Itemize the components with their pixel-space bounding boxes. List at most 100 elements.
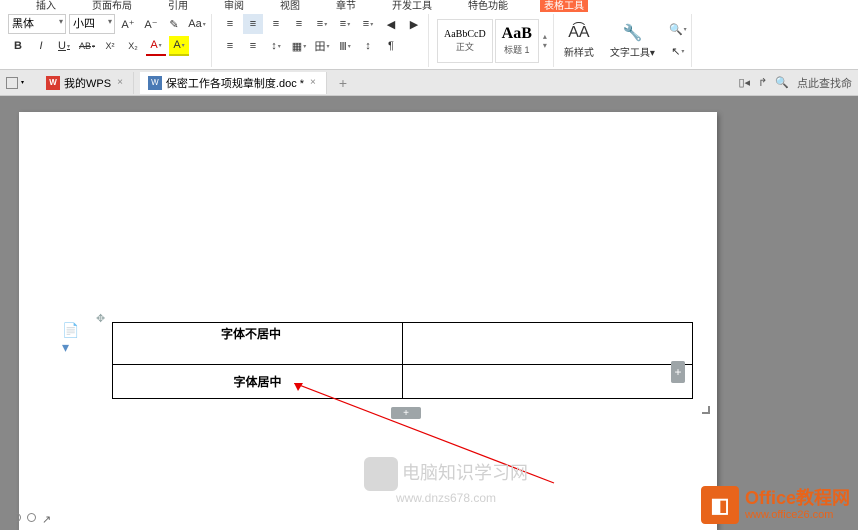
tab-view[interactable]: 视图: [276, 0, 304, 12]
change-case-button[interactable]: Aa▾: [187, 14, 207, 34]
watermark: 电脑知识学习网 www.dnzs678.com: [364, 457, 528, 505]
table-resize-handle[interactable]: [702, 406, 710, 414]
paste-options-icon[interactable]: 📄▾: [62, 330, 80, 348]
table-cell[interactable]: 字体不居中: [113, 323, 403, 365]
close-icon[interactable]: ×: [115, 77, 125, 88]
document-tab-label: 保密工作各项规章制度.doc *: [166, 75, 304, 91]
text-tools-label: 文字工具: [610, 48, 650, 59]
table-row[interactable]: 字体居中: [113, 365, 693, 399]
underline-button[interactable]: U▾: [54, 36, 74, 56]
status-arrow-icon[interactable]: ↗: [42, 513, 51, 526]
wrench-icon: 🔧: [622, 22, 642, 44]
increase-indent-button[interactable]: ▶: [404, 14, 424, 34]
tab-feature[interactable]: 特色功能: [464, 0, 512, 12]
decrease-indent-button[interactable]: ◀: [381, 14, 401, 34]
document-icon: W: [148, 76, 162, 90]
table-row[interactable]: 字体不居中: [113, 323, 693, 365]
document-tabs-bar: W 我的WPS × W 保密工作各项规章制度.doc * × + ▯◂ ↱ 🔍 …: [0, 70, 858, 96]
search-icon[interactable]: 🔍: [775, 76, 789, 89]
line-spacing-button[interactable]: ↕▾: [266, 36, 286, 56]
add-column-handle[interactable]: +: [671, 361, 685, 383]
superscript-button[interactable]: X²: [100, 36, 120, 56]
strike-button[interactable]: AB▾: [77, 36, 97, 56]
new-style-icon: A͡A: [568, 22, 589, 44]
document-tab[interactable]: W 保密工作各项规章制度.doc * ×: [140, 72, 327, 94]
tab-section[interactable]: 章节: [332, 0, 360, 12]
font-color-button[interactable]: A▾: [146, 36, 166, 56]
align-center-button[interactable]: ≡: [243, 14, 263, 34]
bold-button[interactable]: B: [8, 36, 28, 56]
shading-button[interactable]: ▦▾: [289, 36, 309, 56]
tab-stops-button[interactable]: Ⅲ▾: [335, 36, 355, 56]
add-row-handle[interactable]: +: [391, 407, 421, 419]
document-table[interactable]: 字体不居中 字体居中: [112, 322, 693, 399]
table-cell[interactable]: [403, 323, 693, 365]
new-style-label: 新样式: [564, 44, 594, 59]
status-dot-icon[interactable]: [27, 513, 36, 522]
style-preview: AaBbCcD: [444, 29, 486, 40]
watermark-text: 电脑知识学习网: [402, 463, 528, 483]
ribbon-tabs: 插入 页面布局 引用 审阅 视图 章节 开发工具 特色功能 表格工具: [0, 0, 858, 12]
highlight-button[interactable]: A▾: [169, 36, 189, 56]
status-indicators: ↗: [12, 513, 51, 526]
style-label: 标题 1: [504, 43, 530, 56]
tab-ref[interactable]: 引用: [164, 0, 192, 12]
sort-button[interactable]: ↕: [358, 36, 378, 56]
new-style-button[interactable]: A͡A 新样式: [558, 19, 600, 63]
outline-icon[interactable]: ↱: [758, 76, 767, 89]
paragraph-group: ≡ ≡ ≡ ≡ ≡▾ ≡▾ ≡▾ ◀ ▶ ≡ ≡ ↕▾ ▦▾ 田▾ Ⅲ▾ ↕ ¶: [216, 14, 429, 67]
ribbon-toolbar: 黑体 小四 A⁺ A⁻ ✎ Aa▾ B I U▾ AB▾ X² X₂ A▾ A▾…: [0, 12, 858, 70]
font-name-select[interactable]: 黑体: [8, 14, 66, 34]
document-canvas: 📄▾ ✥ 字体不居中 字体居中 + + 电脑知识学习网 www.dnzs678.…: [0, 96, 858, 530]
brand-title: Office教程网: [745, 489, 850, 509]
style-preview: AaB: [502, 25, 532, 43]
italic-button[interactable]: I: [31, 36, 51, 56]
bullets-button[interactable]: ≡▾: [312, 14, 332, 34]
table-cell[interactable]: [403, 365, 693, 399]
tab-table-tools[interactable]: 表格工具: [540, 0, 588, 12]
align-justify-button[interactable]: ≡: [289, 14, 309, 34]
status-dot-icon[interactable]: [12, 513, 21, 522]
style-label: 正文: [456, 40, 474, 53]
numbering-button[interactable]: ≡▾: [335, 14, 355, 34]
table-cell[interactable]: 字体居中: [113, 365, 403, 399]
brand-badge: ◧ Office教程网 www.office26.com: [701, 486, 850, 524]
tab-insert[interactable]: 插入: [32, 0, 60, 12]
tab-layout[interactable]: 页面布局: [88, 0, 136, 12]
align-left-button[interactable]: ≡: [220, 14, 240, 34]
wps-home-tab[interactable]: W 我的WPS ×: [38, 72, 134, 94]
find-replace-button[interactable]: 🔍▾: [669, 20, 687, 40]
style-gallery-more[interactable]: ▴▾: [541, 30, 549, 52]
shrink-font-button[interactable]: A⁻: [141, 14, 161, 34]
style-heading1[interactable]: AaB 标题 1: [495, 19, 539, 63]
new-tab-button[interactable]: +: [333, 75, 353, 91]
watermark-icon: [364, 457, 398, 491]
style-normal[interactable]: AaBbCcD 正文: [437, 19, 493, 63]
search-hint[interactable]: 点此查找命: [797, 75, 852, 91]
tab-list-button[interactable]: [6, 77, 18, 89]
table-move-handle-icon[interactable]: ✥: [96, 312, 105, 325]
align-right-button[interactable]: ≡: [266, 14, 286, 34]
editing-group: 🔍▾ ↖▾: [665, 14, 692, 67]
clear-format-button[interactable]: ✎: [164, 14, 184, 34]
borders-button[interactable]: 田▾: [312, 36, 332, 56]
brand-url: www.office26.com: [745, 509, 850, 521]
distribute-button[interactable]: ≡: [220, 36, 240, 56]
multilevel-button[interactable]: ≡▾: [358, 14, 378, 34]
nav-icon[interactable]: ▯◂: [739, 76, 751, 89]
document-page[interactable]: 📄▾ ✥ 字体不居中 字体居中 + + 电脑知识学习网 www.dnzs678.…: [19, 112, 717, 530]
grow-font-button[interactable]: A⁺: [118, 14, 138, 34]
close-icon[interactable]: ×: [308, 77, 318, 88]
show-marks-button[interactable]: ¶: [381, 36, 401, 56]
subscript-button[interactable]: X₂: [123, 36, 143, 56]
tab-dev[interactable]: 开发工具: [388, 0, 436, 12]
select-button[interactable]: ↖▾: [669, 42, 687, 62]
font-size-select[interactable]: 小四: [69, 14, 115, 34]
align-dist-button[interactable]: ≡: [243, 36, 263, 56]
tab-review[interactable]: 审阅: [220, 0, 248, 12]
tab-bar-right-tools: ▯◂ ↱ 🔍 点此查找命: [739, 75, 853, 91]
text-tools-button[interactable]: 🔧 文字工具▾: [604, 19, 661, 63]
brand-icon: ◧: [701, 486, 739, 524]
wps-icon: W: [46, 76, 60, 90]
styles-group: AaBbCcD 正文 AaB 标题 1 ▴▾: [433, 14, 554, 67]
